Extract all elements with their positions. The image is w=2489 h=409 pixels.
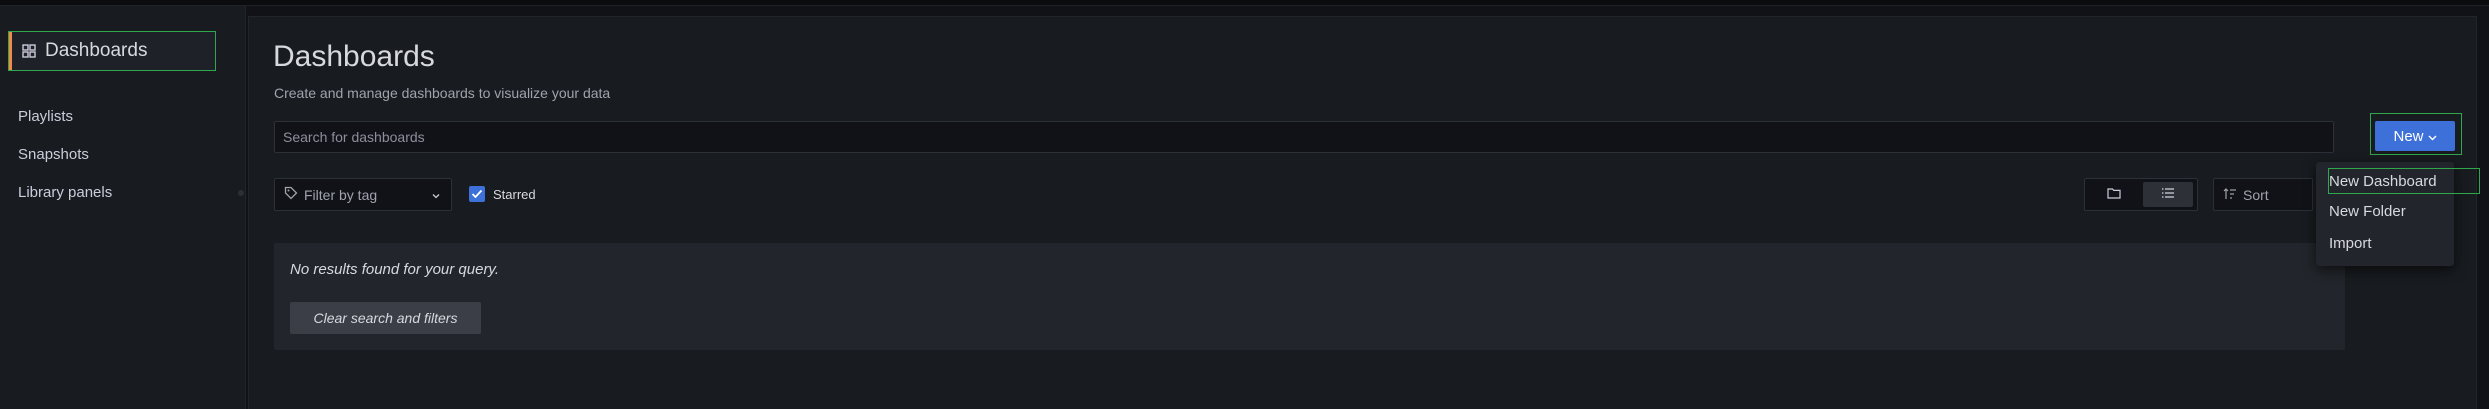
tag-icon <box>284 186 298 203</box>
sidebar-collapse-handle[interactable] <box>238 190 244 196</box>
starred-label: Starred <box>493 186 536 202</box>
sort-select[interactable]: Sort <box>2213 178 2313 211</box>
tag-filter-placeholder: Filter by tag <box>304 186 378 203</box>
grid-icon <box>21 43 37 59</box>
sort-label: Sort <box>2243 186 2269 203</box>
starred-filter[interactable]: Starred <box>469 186 536 202</box>
menu-item-import[interactable]: Import <box>2329 235 2372 252</box>
tag-filter-select[interactable]: Filter by tag <box>274 178 452 211</box>
menu-item-label: New Dashboard <box>2329 172 2437 190</box>
list-icon <box>2161 186 2175 204</box>
starred-checkbox[interactable] <box>469 186 485 202</box>
sidebar-item-playlists[interactable]: Playlists <box>18 108 73 125</box>
clear-filters-button[interactable]: Clear search and filters <box>290 302 481 334</box>
main-panel <box>248 16 2477 409</box>
sidebar-item-library-panels[interactable]: Library panels <box>18 184 112 201</box>
page-title: Dashboards <box>273 40 435 73</box>
folder-view-button[interactable] <box>2089 182 2139 207</box>
search-field[interactable] <box>274 121 2334 153</box>
chevron-down-icon <box>2428 128 2437 145</box>
search-input[interactable] <box>283 129 2333 145</box>
sidebar-item-dashboards[interactable]: Dashboards <box>8 31 216 71</box>
view-toggle <box>2084 178 2198 211</box>
new-button-label: New <box>2393 127 2424 145</box>
active-indicator <box>9 32 12 70</box>
folder-icon <box>2107 186 2121 204</box>
new-button-highlight: New <box>2370 113 2462 155</box>
page-subtitle: Create and manage dashboards to visualiz… <box>274 85 611 101</box>
chevron-down-icon <box>431 188 441 204</box>
new-button[interactable]: New <box>2375 121 2455 151</box>
menu-item-new-folder[interactable]: New Folder <box>2329 203 2406 220</box>
sidebar-item-label: Dashboards <box>45 40 148 61</box>
empty-results-message: No results found for your query. <box>290 261 499 278</box>
sidebar-item-snapshots[interactable]: Snapshots <box>18 146 89 163</box>
sort-icon <box>2223 187 2237 203</box>
top-bar <box>0 0 2489 6</box>
menu-item-new-dashboard[interactable]: New Dashboard <box>2328 168 2480 194</box>
results-panel <box>274 243 2345 350</box>
list-view-button[interactable] <box>2143 182 2193 207</box>
